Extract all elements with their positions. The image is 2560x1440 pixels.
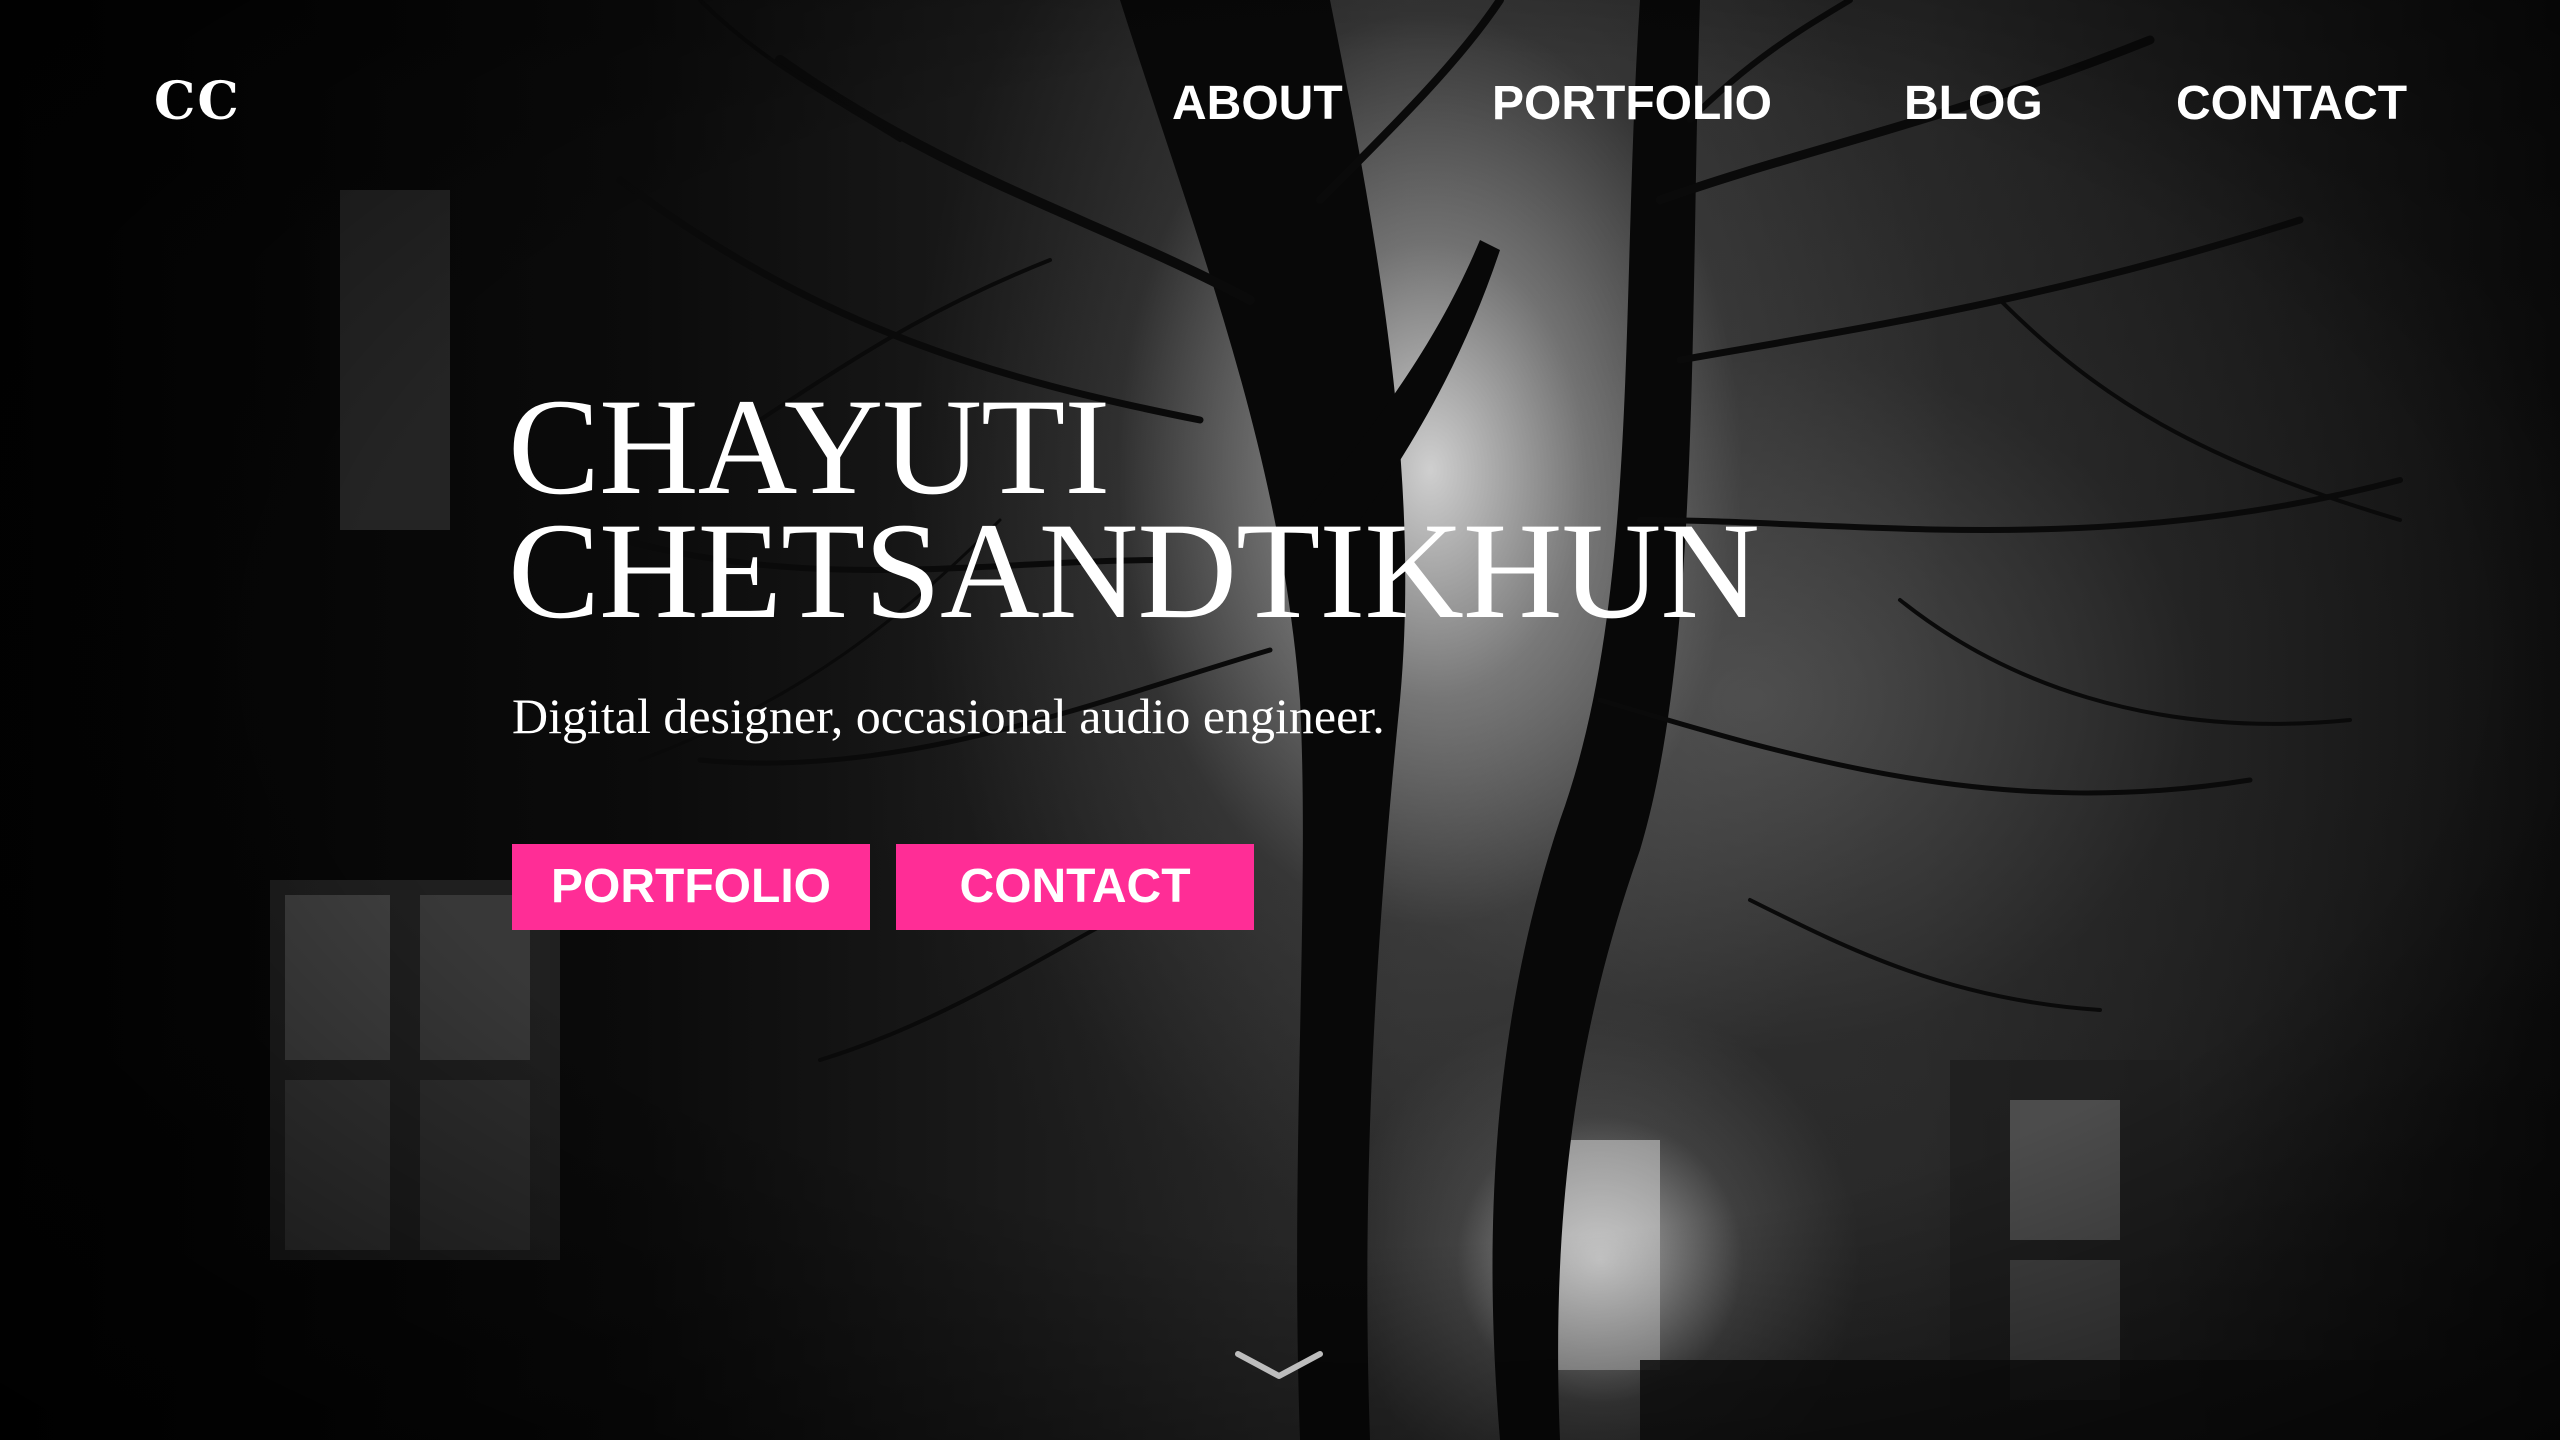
contact-button[interactable]: CONTACT [896,844,1254,930]
hero-title-line-2: CHETSANDTIKHUN [508,494,1760,647]
hero-title: CHAYUTI CHETSANDTIKHUN [508,370,1760,647]
top-navigation: CC ABOUT PORTFOLIO BLOG CONTACT [0,0,2560,220]
portfolio-button[interactable]: PORTFOLIO [512,844,870,930]
chevron-down-icon [1235,1351,1323,1379]
nav-link-about[interactable]: ABOUT [1172,80,1343,128]
nav-link-portfolio[interactable]: PORTFOLIO [1492,80,1772,128]
nav-link-blog[interactable]: BLOG [1904,80,2043,128]
scroll-down-button[interactable] [1234,1348,1324,1384]
site-logo[interactable]: CC [154,76,241,128]
nav-link-contact[interactable]: CONTACT [2176,80,2407,128]
hero-section: CC ABOUT PORTFOLIO BLOG CONTACT CHAYUTI … [0,0,2560,1440]
hero-subtitle: Digital designer, occasional audio engin… [512,688,1385,744]
hero-title-line-1: CHAYUTI [508,370,1110,523]
